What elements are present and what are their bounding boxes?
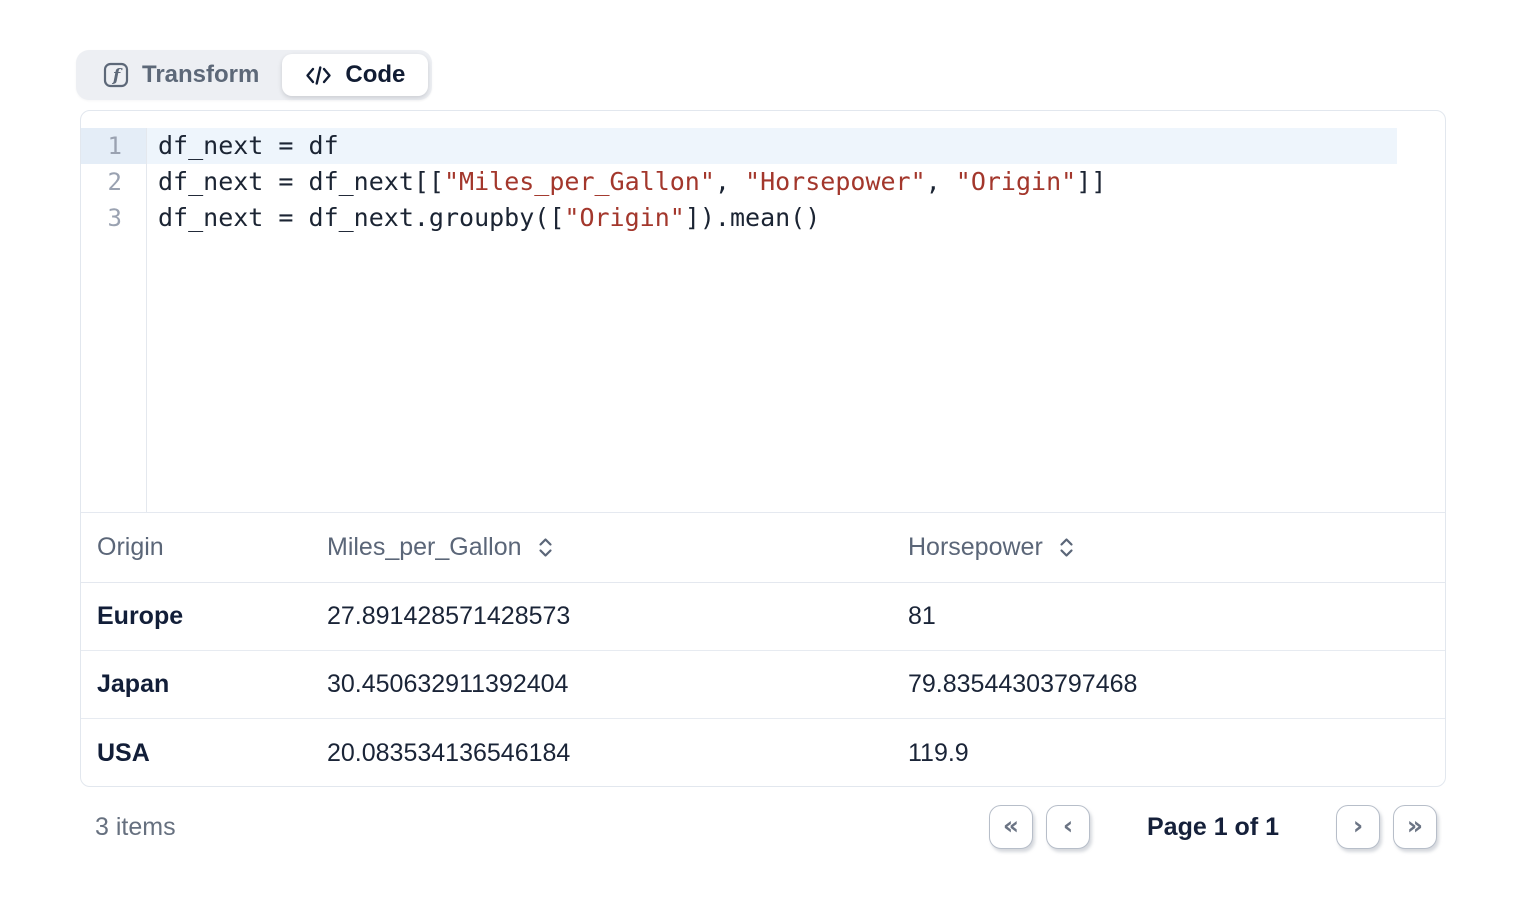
row-index-cell: Japan — [81, 670, 311, 699]
code-token: df_next = df_next[[ — [158, 167, 444, 196]
code-result-card: 123 df_next = df df_next = df_next[["Mile… — [80, 110, 1446, 787]
sort-icon[interactable] — [1059, 537, 1074, 558]
editor-content[interactable]: df_next = df df_next = df_next[["Miles_pe… — [147, 128, 1445, 512]
value-cell: 79.83544303797468 — [892, 670, 1445, 699]
chevron-left-icon: ‹ — [1063, 813, 1073, 838]
code-editor[interactable]: 123 df_next = df df_next = df_next[["Mile… — [81, 111, 1445, 513]
code-string-token: "Origin" — [956, 167, 1076, 196]
code-line[interactable]: df_next = df_next.groupby(["Origin"]).me… — [147, 200, 1445, 236]
line-number: 2 — [81, 164, 146, 200]
column-header-label: Horsepower — [908, 533, 1043, 562]
table-row: USA20.083534136546184119.9 — [81, 719, 1445, 787]
code-line[interactable]: df_next = df — [147, 128, 1397, 164]
view-tab-group: f Transform Code — [76, 50, 432, 100]
tab-transform-label: Transform — [142, 61, 259, 89]
tab-transform[interactable]: f Transform — [80, 54, 282, 96]
code-token: ]).mean() — [685, 203, 820, 232]
value-cell: 27.891428571428573 — [311, 602, 892, 631]
prev-page-button[interactable]: ‹ — [1046, 805, 1090, 849]
items-count: 3 items — [80, 813, 176, 842]
sort-icon[interactable] — [538, 537, 553, 558]
row-index-cell: USA — [81, 739, 311, 768]
code-string-token: "Horsepower" — [745, 167, 926, 196]
column-header-label: Origin — [97, 533, 164, 562]
table-row: Europe27.89142857142857381 — [81, 583, 1445, 651]
code-token: df_next = df_next.groupby([ — [158, 203, 564, 232]
row-index-cell: Europe — [81, 602, 311, 631]
code-string-token: "Miles_per_Gallon" — [444, 167, 715, 196]
line-number: 1 — [81, 128, 146, 164]
table-header-row: Origin Miles_per_Gallon Horsepower — [81, 513, 1445, 583]
table-row: Japan30.45063291139240479.83544303797468 — [81, 651, 1445, 719]
value-cell: 20.083534136546184 — [311, 739, 892, 768]
first-page-button[interactable]: « — [989, 805, 1033, 849]
page-indicator: Page 1 of 1 — [1147, 813, 1279, 842]
tab-code-label: Code — [345, 61, 405, 89]
tab-code[interactable]: Code — [282, 54, 428, 96]
double-chevron-left-icon: « — [1003, 813, 1019, 838]
code-token: , — [926, 167, 956, 196]
value-cell: 30.450632911392404 — [311, 670, 892, 699]
chevron-right-icon: › — [1353, 813, 1363, 838]
column-header-label: Miles_per_Gallon — [327, 533, 522, 562]
value-cell: 81 — [892, 602, 1445, 631]
next-page-button[interactable]: › — [1336, 805, 1380, 849]
value-cell: 119.9 — [892, 739, 1445, 768]
code-token: ]] — [1076, 167, 1106, 196]
code-token: df_next = df — [158, 131, 339, 160]
editor-gutter: 123 — [81, 128, 147, 512]
code-token: , — [715, 167, 745, 196]
line-number: 3 — [81, 200, 146, 236]
column-header-origin: Origin — [81, 533, 311, 562]
svg-text:f: f — [112, 66, 123, 86]
code-string-token: "Origin" — [564, 203, 684, 232]
pagination: « ‹ Page 1 of 1 › » — [989, 805, 1446, 849]
code-line[interactable]: df_next = df_next[["Miles_per_Gallon", "… — [147, 164, 1445, 200]
code-icon — [305, 65, 332, 86]
double-chevron-right-icon: » — [1407, 813, 1423, 838]
table-footer: 3 items « ‹ Page 1 of 1 › » — [80, 792, 1446, 862]
column-header-horsepower: Horsepower — [892, 533, 1445, 562]
last-page-button[interactable]: » — [1393, 805, 1437, 849]
table-body: Europe27.89142857142857381Japan30.450632… — [81, 583, 1445, 787]
column-header-miles_per_gallon: Miles_per_Gallon — [311, 533, 892, 562]
function-icon: f — [103, 62, 129, 88]
